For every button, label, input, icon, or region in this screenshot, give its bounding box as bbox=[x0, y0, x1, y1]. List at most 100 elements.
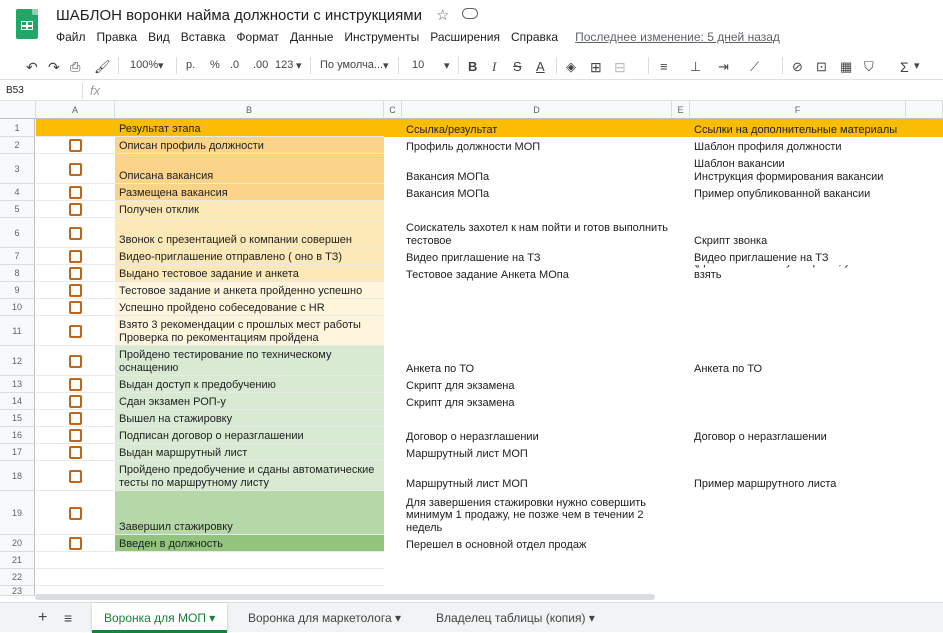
text-rotate-icon[interactable]: ⟋ bbox=[750, 59, 759, 75]
cell-e[interactable] bbox=[672, 427, 690, 444]
cell-d[interactable] bbox=[402, 201, 672, 218]
cell-b[interactable] bbox=[115, 552, 384, 569]
cell-e[interactable] bbox=[672, 119, 690, 137]
cell-d[interactable]: Скрипт для экзамена bbox=[402, 393, 672, 410]
last-edit-link[interactable]: Последнее изменение: 5 дней назад bbox=[575, 30, 780, 46]
cell-g[interactable] bbox=[906, 461, 943, 491]
row-header[interactable]: 14 bbox=[0, 393, 35, 410]
paint-format-icon[interactable]: 🖌 bbox=[94, 59, 111, 75]
cell-f[interactable] bbox=[690, 491, 906, 535]
cell-f[interactable] bbox=[690, 444, 906, 461]
cell-c[interactable] bbox=[384, 552, 402, 569]
cell-d[interactable] bbox=[402, 299, 672, 316]
row-header[interactable]: 23 bbox=[0, 586, 35, 596]
checkbox[interactable] bbox=[69, 325, 82, 338]
row-header[interactable]: 8 bbox=[0, 265, 35, 282]
cell-e[interactable] bbox=[672, 376, 690, 393]
row-header[interactable]: 12 bbox=[0, 346, 35, 376]
cell-b[interactable]: Описан профиль должности bbox=[115, 137, 384, 154]
cell-f[interactable] bbox=[690, 552, 906, 569]
cell-b[interactable]: Описана вакансия bbox=[115, 154, 384, 184]
checkbox[interactable] bbox=[69, 507, 82, 520]
tab-voronka-marketolog[interactable]: Воронка для маркетолога ▾ bbox=[236, 603, 413, 633]
cell-c[interactable] bbox=[384, 154, 402, 184]
all-sheets-icon[interactable]: ≡ bbox=[52, 603, 84, 633]
select-all-corner[interactable] bbox=[0, 101, 36, 119]
cell-d[interactable]: Вакансия МОПа bbox=[402, 184, 672, 201]
checkbox[interactable] bbox=[69, 412, 82, 425]
row-header[interactable]: 10 bbox=[0, 299, 35, 316]
checkbox[interactable] bbox=[69, 163, 82, 176]
cell-b[interactable]: Вышел на стажировку bbox=[115, 410, 384, 427]
undo-icon[interactable]: ↶ bbox=[26, 59, 38, 76]
cell-d[interactable] bbox=[402, 316, 672, 346]
sheets-logo-icon[interactable] bbox=[16, 9, 38, 39]
cell-c[interactable] bbox=[384, 346, 402, 376]
link-icon[interactable]: ⊘ bbox=[792, 59, 803, 75]
row-header[interactable]: 9 bbox=[0, 282, 35, 299]
tab-vladelec[interactable]: Владелец таблицы (копия) ▾ bbox=[424, 603, 607, 633]
checkbox[interactable] bbox=[69, 267, 82, 280]
menu-file[interactable]: Файл bbox=[56, 30, 86, 46]
cell-d[interactable]: Тестовое задание Анкета МОпа bbox=[402, 265, 672, 282]
cell-c[interactable] bbox=[384, 410, 402, 427]
font-size-select[interactable]: 10 bbox=[412, 59, 424, 71]
row-header[interactable]: 4 bbox=[0, 184, 35, 201]
menu-extensions[interactable]: Расширения bbox=[430, 30, 500, 46]
cell-g[interactable] bbox=[906, 265, 943, 282]
row-header[interactable]: 19 bbox=[0, 491, 35, 535]
cell-b[interactable]: Звонок с презентацией о компании соверше… bbox=[115, 218, 384, 248]
cell-g[interactable] bbox=[906, 346, 943, 376]
comment-icon[interactable]: ⊡ bbox=[816, 59, 827, 75]
cell-d[interactable] bbox=[402, 410, 672, 427]
cell-f[interactable] bbox=[690, 569, 906, 586]
cell-e[interactable] bbox=[672, 137, 690, 154]
strikethrough-icon[interactable]: S bbox=[513, 59, 522, 74]
cell-f[interactable]: Договор о неразглашении bbox=[690, 427, 906, 444]
cell-d[interactable]: Ссылка/результат bbox=[402, 119, 672, 137]
cell-b[interactable]: Видео-приглашение отправлено ( оно в ТЗ) bbox=[115, 248, 384, 265]
cell-c[interactable] bbox=[384, 376, 402, 393]
column-header-f[interactable]: F bbox=[690, 101, 906, 119]
checkbox[interactable] bbox=[69, 446, 82, 459]
cell-c[interactable] bbox=[384, 393, 402, 410]
star-icon[interactable]: ☆ bbox=[436, 6, 449, 24]
column-header-a[interactable]: A bbox=[36, 101, 115, 119]
functions-icon[interactable]: Σ bbox=[900, 59, 909, 75]
cell-b[interactable]: Выдано тестовое задание и анкета bbox=[115, 265, 384, 282]
cell-f[interactable] bbox=[690, 376, 906, 393]
row-header[interactable]: 1 bbox=[0, 119, 35, 137]
align-left-icon[interactable]: ≡ bbox=[660, 59, 668, 74]
cell-f[interactable] bbox=[690, 586, 906, 596]
cell-d[interactable] bbox=[402, 569, 672, 586]
cell-f[interactable] bbox=[690, 535, 906, 552]
cell-d[interactable]: Скрипт для экзамена bbox=[402, 376, 672, 393]
row-header[interactable]: 13 bbox=[0, 376, 35, 393]
font-chevron-down-icon[interactable]: ▾ bbox=[383, 59, 389, 72]
decrease-decimal-button[interactable]: .0 bbox=[230, 59, 239, 71]
functions-chevron-down-icon[interactable]: ▾ bbox=[914, 59, 920, 72]
cell-d[interactable]: Маршрутный лист МОП bbox=[402, 461, 672, 491]
checkbox[interactable] bbox=[69, 301, 82, 314]
cell-g[interactable] bbox=[906, 444, 943, 461]
cell-e[interactable] bbox=[672, 586, 690, 596]
cell-f[interactable]: Видео приглашение на ТЗ bbox=[690, 248, 906, 265]
cell-e[interactable] bbox=[672, 154, 690, 184]
cell-c[interactable] bbox=[384, 461, 402, 491]
cell-g[interactable] bbox=[906, 427, 943, 444]
cell-c[interactable] bbox=[384, 535, 402, 552]
row-header[interactable]: 5 bbox=[0, 201, 35, 218]
column-header-b[interactable]: B bbox=[115, 101, 384, 119]
cell-g[interactable] bbox=[906, 393, 943, 410]
cell-b[interactable]: Результат этапа bbox=[115, 119, 384, 137]
cell-f[interactable] bbox=[690, 201, 906, 218]
italic-icon[interactable]: I bbox=[492, 59, 496, 75]
cell-b[interactable]: Сдан экзамен РОП-у bbox=[115, 393, 384, 410]
tab-voronka-mop[interactable]: Воронка для МОП ▾ bbox=[92, 603, 228, 633]
checkbox[interactable] bbox=[69, 139, 82, 152]
cell-c[interactable] bbox=[384, 248, 402, 265]
cell-c[interactable] bbox=[384, 316, 402, 346]
cell-c[interactable] bbox=[384, 184, 402, 201]
cell-e[interactable] bbox=[672, 218, 690, 248]
cell-b[interactable]: Пройдено предобучение и сданы автоматиче… bbox=[115, 461, 384, 491]
